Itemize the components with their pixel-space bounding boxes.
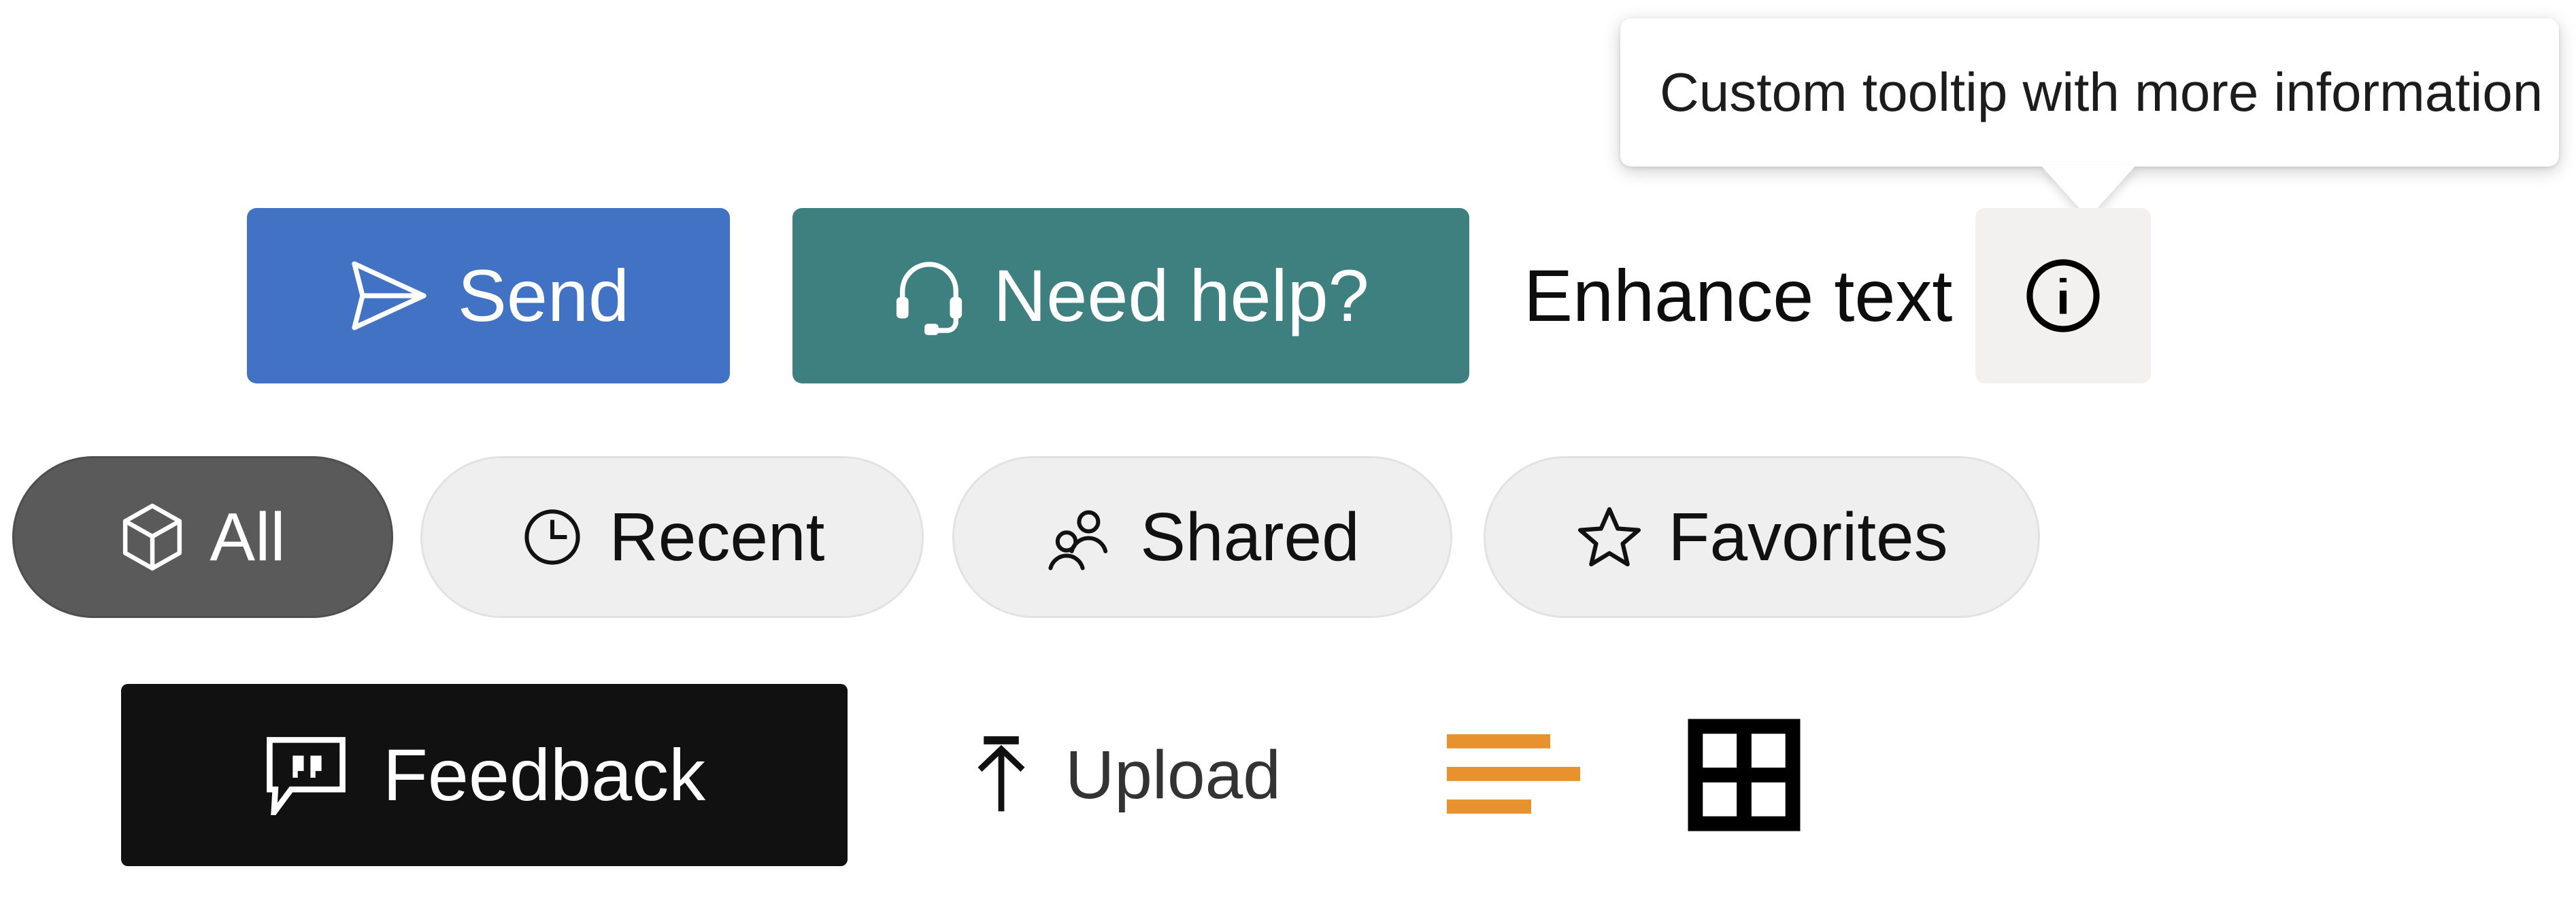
filter-pill-shared-label: Shared (1140, 499, 1360, 575)
filter-pill-all-label: All (210, 499, 286, 575)
need-help-button[interactable]: Need help? (792, 208, 1469, 383)
tooltip: Custom tooltip with more information (1620, 18, 2559, 167)
filter-pill-favorites-label: Favorites (1668, 499, 1948, 575)
filter-pill-favorites[interactable]: Favorites (1484, 456, 2040, 618)
send-icon (348, 258, 429, 333)
star-icon (1575, 503, 1643, 571)
enhance-text-label: Enhance text (1524, 254, 1953, 337)
list-lines-icon (1446, 732, 1605, 819)
filter-pill-shared[interactable]: Shared (952, 456, 1452, 618)
need-help-button-label: Need help? (993, 254, 1369, 337)
grid-2x2-icon (1688, 719, 1801, 831)
feedback-button[interactable]: Feedback (121, 684, 848, 866)
filter-pill-row: All Recent Shared Favorites (0, 445, 2040, 629)
tooltip-text: Custom tooltip with more information (1660, 62, 2543, 122)
speech-bubble-quote-icon (263, 735, 349, 815)
list-view-button[interactable] (1437, 707, 1614, 843)
upload-arrow-icon (969, 733, 1034, 817)
filter-pill-recent-label: Recent (609, 499, 825, 575)
tool-row: Feedback Upload (0, 680, 1809, 870)
info-button[interactable] (1975, 208, 2152, 383)
action-button-row: Send Need help? Enhance text (0, 204, 2152, 388)
filter-pill-recent[interactable]: Recent (420, 456, 924, 618)
filter-pill-all[interactable]: All (12, 456, 393, 618)
upload-button-label: Upload (1065, 737, 1281, 813)
feedback-button-label: Feedback (382, 734, 706, 816)
upload-button[interactable]: Upload (969, 684, 1281, 866)
clock-icon (520, 503, 585, 571)
info-circle-icon (2020, 252, 2107, 339)
send-button[interactable]: Send (247, 208, 730, 383)
cube-icon (120, 502, 185, 572)
headset-icon (892, 256, 966, 336)
send-button-label: Send (457, 254, 630, 337)
grid-view-button[interactable] (1679, 707, 1809, 843)
people-icon (1045, 503, 1116, 571)
